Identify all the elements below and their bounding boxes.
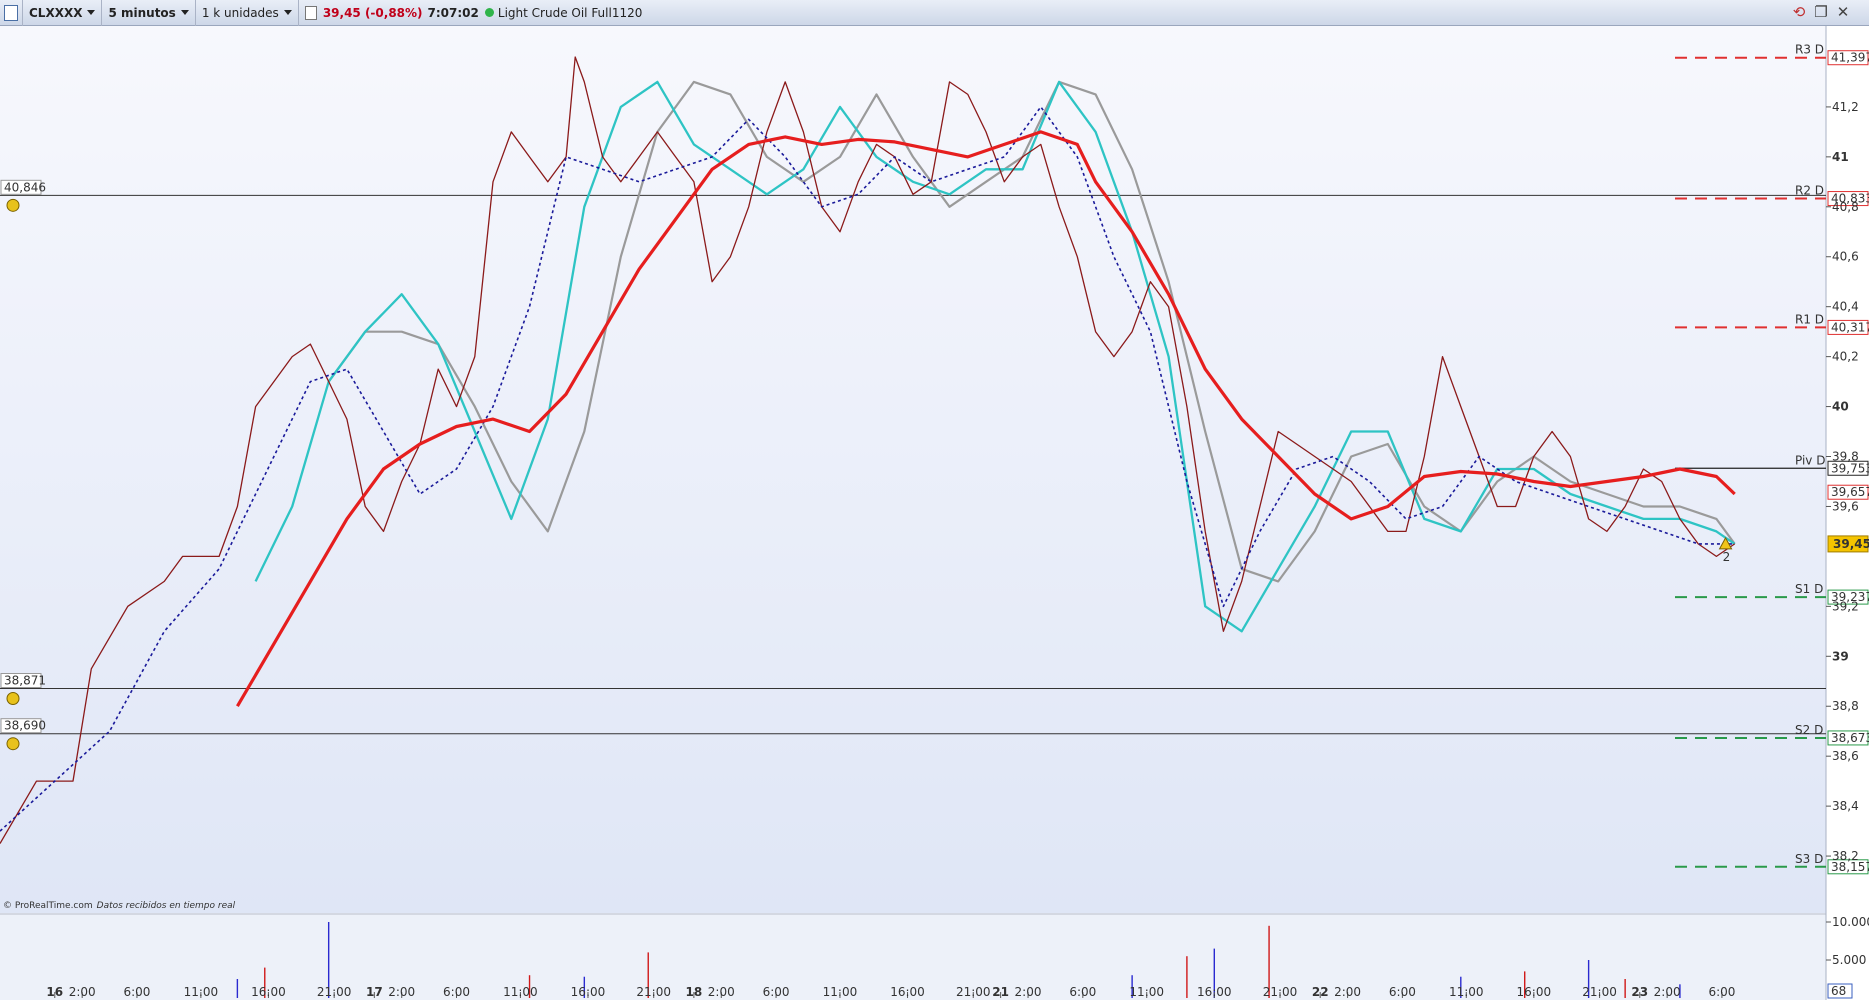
y-tick-label: 40,8 xyxy=(1832,200,1859,214)
x-tick-label: 21:00 xyxy=(317,985,352,999)
quote-time: 7:07:02 xyxy=(427,5,479,20)
units-label: 1 k unidades xyxy=(201,5,279,20)
x-tick-label: 2:00 xyxy=(1334,985,1361,999)
volume-tick-label: 5.000 xyxy=(1832,953,1866,967)
chevron-down-icon xyxy=(283,10,292,15)
refresh-icon[interactable]: ⟲ xyxy=(1790,3,1808,21)
units-selector[interactable]: 1 k unidades xyxy=(196,0,299,26)
x-tick-label: 2:00 xyxy=(69,985,96,999)
timeframe-selector[interactable]: 5 minutos xyxy=(102,0,196,26)
x-tick-label: 6:00 xyxy=(1389,985,1416,999)
y-tick-label: 38,6 xyxy=(1832,749,1859,763)
x-tick-label: 23 xyxy=(1631,985,1648,999)
chart-menu-button[interactable] xyxy=(0,0,23,26)
x-tick-label: 6:00 xyxy=(763,985,790,999)
x-tick-label: 11:00 xyxy=(1129,985,1164,999)
pivot-name: S2 D xyxy=(1795,723,1823,737)
x-tick-label: 21:00 xyxy=(636,985,671,999)
restore-icon[interactable]: ❐ xyxy=(1812,3,1830,21)
close-icon[interactable]: ✕ xyxy=(1834,3,1852,21)
quote-info: 39,45 (-0,88%) 7:07:02 Light Crude Oil F… xyxy=(299,0,649,26)
y-tick-label: 38,8 xyxy=(1832,699,1859,713)
x-tick-label: 21:00 xyxy=(1582,985,1617,999)
instrument-name: Light Crude Oil Full1120 xyxy=(497,5,643,20)
bell-alert-icon[interactable] xyxy=(6,691,20,705)
y-tick-label: 41,2 xyxy=(1832,100,1859,114)
pivot-name: R3 D xyxy=(1795,43,1824,57)
x-tick-label: 6:00 xyxy=(443,985,470,999)
x-tick-label: 21:00 xyxy=(1263,985,1298,999)
x-tick-label: 2:00 xyxy=(388,985,415,999)
y-tick-label: 39,6 xyxy=(1832,499,1859,513)
chart-menu-icon xyxy=(4,4,18,21)
bell-alert-icon[interactable] xyxy=(6,737,20,751)
pivot-value: 41,397 xyxy=(1831,51,1869,65)
status-dot-icon xyxy=(484,8,494,17)
x-tick-label: 6:00 xyxy=(123,985,150,999)
pivot-name: S1 D xyxy=(1795,582,1823,596)
volume-counter: 68 xyxy=(1831,984,1846,998)
x-tick-label: 2:00 xyxy=(1654,985,1681,999)
x-tick-label: 17 xyxy=(366,985,383,999)
price-chart[interactable]: 40,84638,87138,690 R3 D41,397R2 D40,833R… xyxy=(0,26,1869,1000)
y-tick-label: 40,4 xyxy=(1832,300,1859,314)
pivot-value: 40,317 xyxy=(1831,320,1869,334)
y-tick-label: 40,6 xyxy=(1832,250,1859,264)
y-tick-label: 40,2 xyxy=(1832,350,1859,364)
symbol-selector[interactable]: CLXXXX xyxy=(23,0,103,26)
x-tick-label: 21 xyxy=(992,985,1009,999)
bell-alert-icon[interactable] xyxy=(6,198,20,212)
x-tick-label: 11:00 xyxy=(184,985,219,999)
chart-toolbar: CLXXXX 5 minutos 1 k unidades 39,45 (-0,… xyxy=(0,0,1869,26)
pivot-name: S3 D xyxy=(1795,852,1823,866)
x-tick-label: 16:00 xyxy=(251,985,286,999)
x-tick-label: 22 xyxy=(1312,985,1329,999)
chevron-down-icon xyxy=(87,10,96,15)
info-icon[interactable] xyxy=(304,5,317,20)
copyright-text: © ProRealTime.com Datos recibidos en tiem… xyxy=(3,901,236,911)
timeframe-label: 5 minutos xyxy=(108,5,176,20)
x-tick-label: 16:00 xyxy=(1517,985,1552,999)
y-tick-label: 39,2 xyxy=(1832,599,1859,613)
x-tick-label: 21:00 xyxy=(956,985,991,999)
horizontal-line-label: 38,871 xyxy=(4,673,46,687)
y-tick-label: 40 xyxy=(1832,400,1849,414)
x-tick-label: 2:00 xyxy=(1015,985,1042,999)
price-label: 39,657 xyxy=(1831,485,1869,499)
x-tick-label: 16:00 xyxy=(1197,985,1232,999)
pivot-name: Piv D xyxy=(1795,453,1825,467)
x-tick-label: 16:00 xyxy=(571,985,606,999)
chevron-down-icon xyxy=(180,10,189,15)
x-tick-label: 6:00 xyxy=(1069,985,1096,999)
horizontal-line-label: 40,846 xyxy=(4,180,46,194)
alert-count: 2 xyxy=(1723,550,1731,564)
x-tick-label: 11:00 xyxy=(1449,985,1484,999)
x-tick-label: 11:00 xyxy=(503,985,538,999)
x-tick-label: 16 xyxy=(46,985,63,999)
y-tick-label: 39,8 xyxy=(1832,450,1859,464)
volume-tick-label: 10.000 xyxy=(1832,915,1869,929)
pivot-name: R2 D xyxy=(1795,184,1824,198)
pivot-name: R1 D xyxy=(1795,312,1824,326)
horizontal-line-label: 38,690 xyxy=(4,719,46,733)
x-tick-label: 18 xyxy=(686,985,703,999)
last-price-change: 39,45 (-0,88%) xyxy=(322,5,423,20)
last-price-value: 39,45 xyxy=(1833,537,1869,551)
x-tick-label: 16:00 xyxy=(890,985,925,999)
y-tick-label: 41 xyxy=(1832,150,1849,164)
x-tick-label: 2:00 xyxy=(708,985,735,999)
y-tick-label: 38,2 xyxy=(1832,849,1859,863)
symbol-label: CLXXXX xyxy=(29,5,83,20)
pivot-value: 38,673 xyxy=(1831,731,1869,745)
x-tick-label: 11:00 xyxy=(823,985,858,999)
y-tick-label: 39 xyxy=(1832,649,1849,663)
y-tick-label: 38,4 xyxy=(1832,799,1859,813)
x-tick-label: 6:00 xyxy=(1708,985,1735,999)
